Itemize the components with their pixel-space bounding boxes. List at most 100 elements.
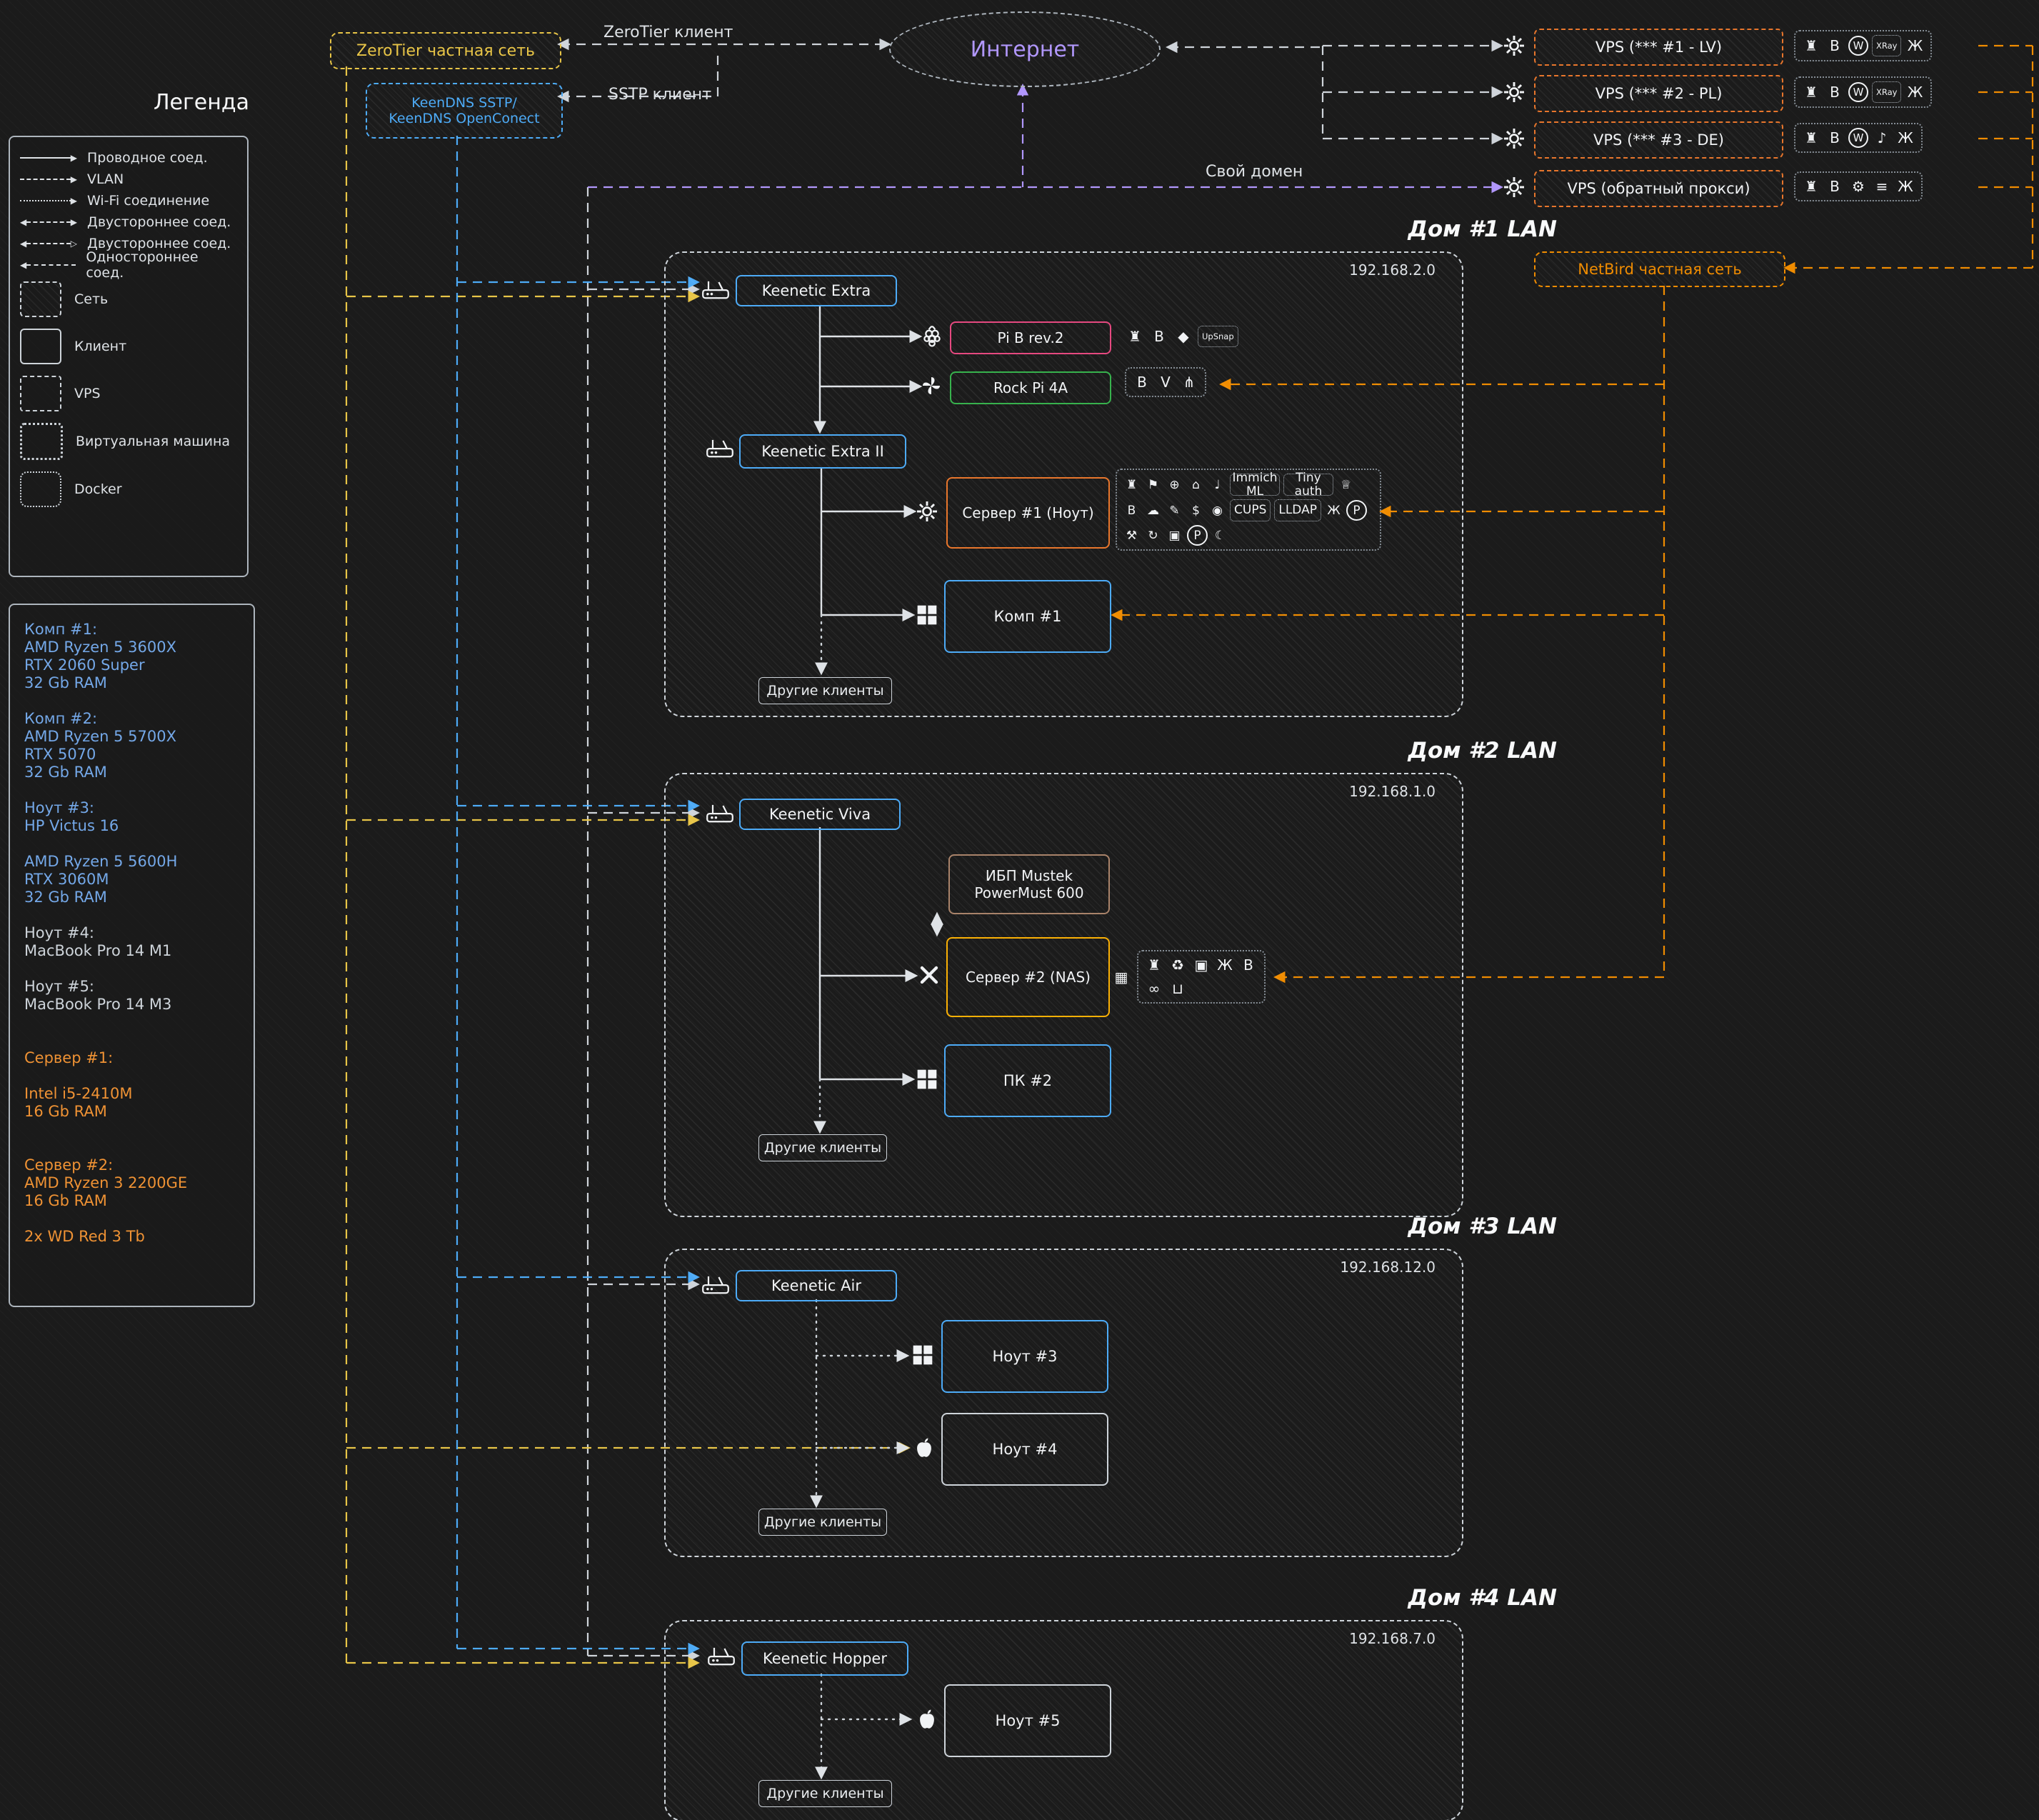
gear-icon [916, 500, 938, 523]
reverse-proxy-gear-icon: ⚙ [1848, 176, 1868, 196]
device-nout3[interactable]: Ноут #3 [941, 1320, 1108, 1393]
device-nas[interactable]: Сервер #2 (NAS) [946, 937, 1110, 1017]
xray-badge: XRay [1872, 35, 1901, 56]
spec-line: Ноут #4: [24, 924, 239, 942]
vps-1-docker-apps: ♜BWXRayЖ [1794, 30, 1932, 61]
spec-line [24, 906, 239, 924]
watchtower-icon: ♜ [1144, 955, 1164, 975]
netbird-agent-icon: Ж [1905, 36, 1925, 56]
lan1-other-clients[interactable]: Другие клиенты [758, 677, 892, 704]
netbird-agent-icon: Ж [1895, 176, 1915, 196]
vps-proxy-node[interactable]: VPS (обратный прокси) [1534, 170, 1783, 207]
xray-badge: XRay [1872, 81, 1901, 103]
device-rock-pi[interactable]: Rock Pi 4A [950, 371, 1111, 404]
spec-line: Сервер #1: [24, 1049, 239, 1067]
spec-line [24, 1121, 239, 1139]
server1-docker-apps: ♜⚑⊕⌂♩Immich MLTiny auth♕B☁✎$◉CUPSLLDAPЖP… [1116, 469, 1381, 551]
vault-icon: ▣ [1166, 526, 1183, 544]
beszel-icon: B [1238, 955, 1258, 975]
vps-2-node[interactable]: VPS (*** #2 - PL) [1534, 75, 1783, 112]
keendns-network[interactable]: KeenDNS SSTP/ KeenDNS OpenConect [366, 83, 563, 139]
spec-line: Комп #2: [24, 710, 239, 728]
router-keenetic-viva[interactable]: Keenetic Viva [739, 799, 901, 830]
netbird-network[interactable]: NetBird частная сеть [1534, 251, 1785, 287]
legend-swatch-client [20, 329, 61, 364]
spec-line: HP Victus 16 [24, 817, 239, 835]
watchtower-icon: ♜ [1801, 36, 1821, 56]
spec-line: AMD Ryzen 5 5700X [24, 728, 239, 746]
legend-label: VPS [74, 386, 101, 401]
vps-2-docker-apps: ♜BWXRayЖ [1794, 76, 1932, 108]
netbird-agent-icon: Ж [1905, 82, 1925, 102]
router-keenetic-extra[interactable]: Keenetic Extra [736, 275, 897, 306]
photoprism-icon: P [1346, 500, 1367, 521]
device-pk2[interactable]: ПК #2 [944, 1044, 1111, 1117]
internet-node[interactable]: Интернет [889, 11, 1161, 87]
moon-icon: ☾ [1211, 526, 1229, 544]
legend-line-solid: ▶ [20, 154, 77, 162]
packages-icon: ▦ [1111, 967, 1131, 987]
flag-icon: ⚑ [1144, 476, 1162, 494]
legend-swatch-docker [20, 471, 61, 507]
spec-line: AMD Ryzen 5 5600H [24, 853, 239, 871]
vaultwarden-icon: V [1156, 372, 1176, 392]
device-ups[interactable]: ИБП Mustek PowerMust 600 [948, 854, 1110, 914]
legend-label: VLAN [87, 171, 124, 187]
spec-line [24, 1139, 239, 1156]
router-keenetic-hopper[interactable]: Keenetic Hopper [741, 1641, 908, 1676]
watchtower-icon: ♜ [1801, 128, 1821, 148]
beszel-icon: B [1825, 82, 1845, 102]
spec-line [24, 960, 239, 978]
jellyfish-icon: ⋔ [1179, 372, 1199, 392]
lan4-other-clients[interactable]: Другие клиенты [758, 1780, 892, 1807]
beszel-icon: B [1825, 36, 1845, 56]
lan4-subnet: 192.168.7.0 [1293, 1630, 1436, 1647]
vps-proxy-docker-apps: ♜B⚙≡Ж [1794, 171, 1923, 201]
nas-host-apps: ▦ [1111, 967, 1131, 987]
rock-pi-docker-apps: BV⋔ [1125, 367, 1206, 397]
device-nout5[interactable]: Ноут #5 [944, 1684, 1111, 1757]
cups-badge: CUPS [1230, 499, 1271, 521]
vps-3-node[interactable]: VPS (*** #3 - DE) [1534, 121, 1783, 159]
lan3-subnet: 192.168.12.0 [1293, 1259, 1436, 1276]
router-icon [706, 802, 734, 824]
device-server1[interactable]: Сервер #1 (Ноут) [946, 477, 1110, 549]
lan2-other-clients[interactable]: Другие клиенты [758, 1134, 887, 1161]
zerotier-network[interactable]: ZeroTier частная сеть [330, 32, 561, 69]
router-keenetic-air[interactable]: Keenetic Air [736, 1270, 897, 1301]
globe-icon: ⊕ [1166, 476, 1183, 494]
vps-3-docker-apps: ♜BW♪Ж [1794, 123, 1923, 153]
link-icon: ∞ [1144, 979, 1164, 999]
device-pi-b[interactable]: Pi B rev.2 [950, 321, 1111, 354]
spec-line: 16 Gb RAM [24, 1192, 239, 1210]
raspberry-icon [920, 324, 944, 348]
lldap-badge: LLDAP [1274, 499, 1321, 521]
uptime-kuma-icon: ◉ [1208, 501, 1226, 519]
recycle-icon: ♻ [1168, 955, 1188, 975]
legend-label: Одностороннее соед. [86, 249, 237, 281]
wordpress-icon: W [1848, 82, 1868, 102]
crown-icon: ♕ [1337, 476, 1355, 494]
portainer-icon: P [1187, 525, 1208, 546]
router-keenetic-extra-2[interactable]: Keenetic Extra II [739, 434, 906, 469]
spec-line: 16 Gb RAM [24, 1103, 239, 1121]
sstp-client-label: SSTP клиент [608, 86, 711, 104]
gear-icon [1503, 81, 1526, 104]
immich-ml-badge: Immich ML [1230, 474, 1280, 496]
spec-line: Intel i5-2410M [24, 1085, 239, 1103]
lan3-other-clients[interactable]: Другие клиенты [758, 1509, 887, 1536]
spec-line: RTX 2060 Super [24, 656, 239, 674]
vps-1-node[interactable]: VPS (*** #1 - LV) [1534, 29, 1783, 66]
lan2-title: Дом #2 LAN [1343, 738, 1557, 764]
specs-panel: Комп #1:AMD Ryzen 5 3600XRTX 2060 Super3… [9, 604, 255, 1307]
beszel-icon: B [1149, 326, 1169, 346]
device-nout4[interactable]: Ноут #4 [941, 1413, 1108, 1486]
spec-line: 32 Gb RAM [24, 674, 239, 692]
spec-line: Ноут #3: [24, 799, 239, 817]
nas-apps-row: ▦ ♜♻▣ЖB∞⊔ [1111, 950, 1266, 1004]
x-icon [918, 964, 940, 986]
device-komp1[interactable]: Комп #1 [944, 580, 1111, 653]
gear-icon [1503, 127, 1526, 150]
pi-b-apps: ♜B◆UpSnap [1125, 321, 1238, 351]
beszel-icon: B [1123, 501, 1141, 519]
